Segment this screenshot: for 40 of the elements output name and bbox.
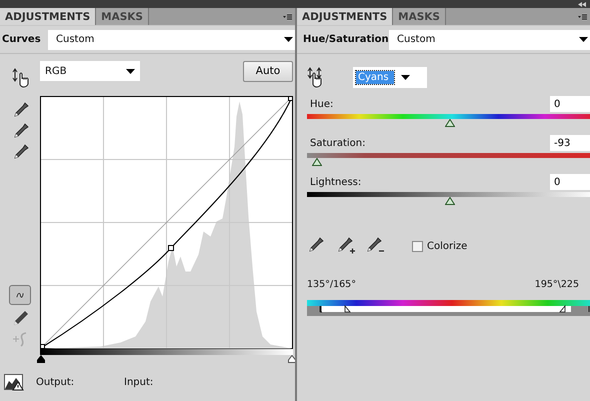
targeted-adjustment-hand-icon[interactable] (307, 66, 323, 88)
caret-icon (579, 37, 588, 42)
slider-label: Saturation: (310, 138, 366, 148)
colorize-checkbox[interactable]: Colorize (412, 240, 468, 252)
value-field[interactable]: 0 (550, 96, 590, 112)
color-range-bar[interactable] (307, 300, 590, 316)
menu-icon[interactable] (283, 14, 292, 20)
menu-icon[interactable] (578, 14, 587, 20)
input-label: Input: (124, 376, 154, 388)
caret-icon (401, 74, 410, 80)
channel-dropdown[interactable]: RGB (40, 61, 140, 81)
eyedropper-icon[interactable] (12, 123, 28, 139)
auto-button[interactable]: Auto (243, 60, 293, 82)
caret-icon (126, 68, 135, 74)
value-field[interactable]: 0 (550, 174, 590, 190)
panel-tab[interactable]: ADJUSTMENTS (297, 8, 394, 25)
slider-label: Hue: (310, 98, 334, 110)
adjustment-title: Hue/Saturation (302, 34, 389, 45)
add-eyedropper-icon[interactable] (336, 237, 356, 255)
smooth-curve-icon (12, 331, 28, 347)
range-degree-label: 195°\225 (534, 279, 579, 290)
preset-dropdown[interactable]: Custom (389, 30, 590, 50)
panel-tab[interactable]: MASKS (96, 8, 149, 25)
slider-label: Lightness: (310, 176, 362, 188)
output-label: Output: (36, 376, 76, 388)
curves-graph[interactable] (40, 96, 293, 349)
value-field[interactable]: -93 (550, 135, 590, 151)
clipping-warning-icon[interactable] (4, 374, 24, 390)
pencil-icon[interactable] (11, 310, 29, 326)
targeted-adjustment-hand-icon[interactable] (11, 68, 29, 88)
panel-tab[interactable]: ADJUSTMENTS (0, 8, 96, 25)
panel-tab[interactable]: MASKS (393, 8, 446, 25)
range-degree-label: 135°/165° (307, 279, 356, 290)
shadow-point-slider-icon[interactable] (37, 355, 45, 363)
eyedropper-icon[interactable] (12, 144, 28, 160)
eyedropper-icon[interactable] (12, 102, 28, 118)
preset-dropdown[interactable]: Custom (48, 30, 295, 50)
caret-icon (284, 37, 293, 42)
curve-tool-button[interactable] (9, 285, 31, 305)
adjustment-title: Curves (2, 34, 42, 45)
